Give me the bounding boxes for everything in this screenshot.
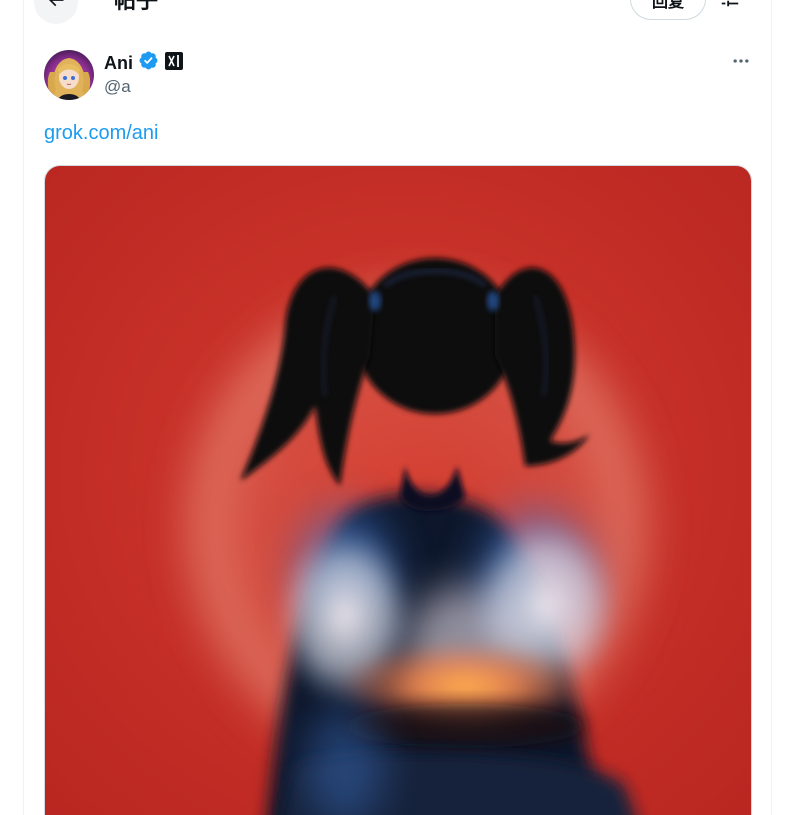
reply-button[interactable]: 回复 xyxy=(630,0,706,20)
arrow-left-icon xyxy=(46,0,66,15)
verified-badge-icon xyxy=(138,50,159,76)
more-options-button[interactable] xyxy=(724,48,758,78)
post-media-image[interactable] xyxy=(44,165,752,815)
author-name-row: Ani xyxy=(104,51,184,75)
more-dots-icon xyxy=(731,51,751,76)
author-handle[interactable]: @a xyxy=(104,77,131,97)
xai-logo-icon xyxy=(164,51,184,76)
settings-button[interactable] xyxy=(716,0,744,14)
author-name[interactable]: Ani xyxy=(104,53,133,74)
back-button[interactable] xyxy=(34,0,78,24)
top-header: 帖子 回复 xyxy=(24,0,771,24)
post-detail-column: 帖子 回复 Ani @a grok.com/ani xyxy=(23,0,772,815)
post-link[interactable]: grok.com/ani xyxy=(44,122,159,145)
avatar[interactable] xyxy=(44,50,94,100)
page-title: 帖子 xyxy=(114,0,159,13)
sliders-icon xyxy=(719,0,741,14)
